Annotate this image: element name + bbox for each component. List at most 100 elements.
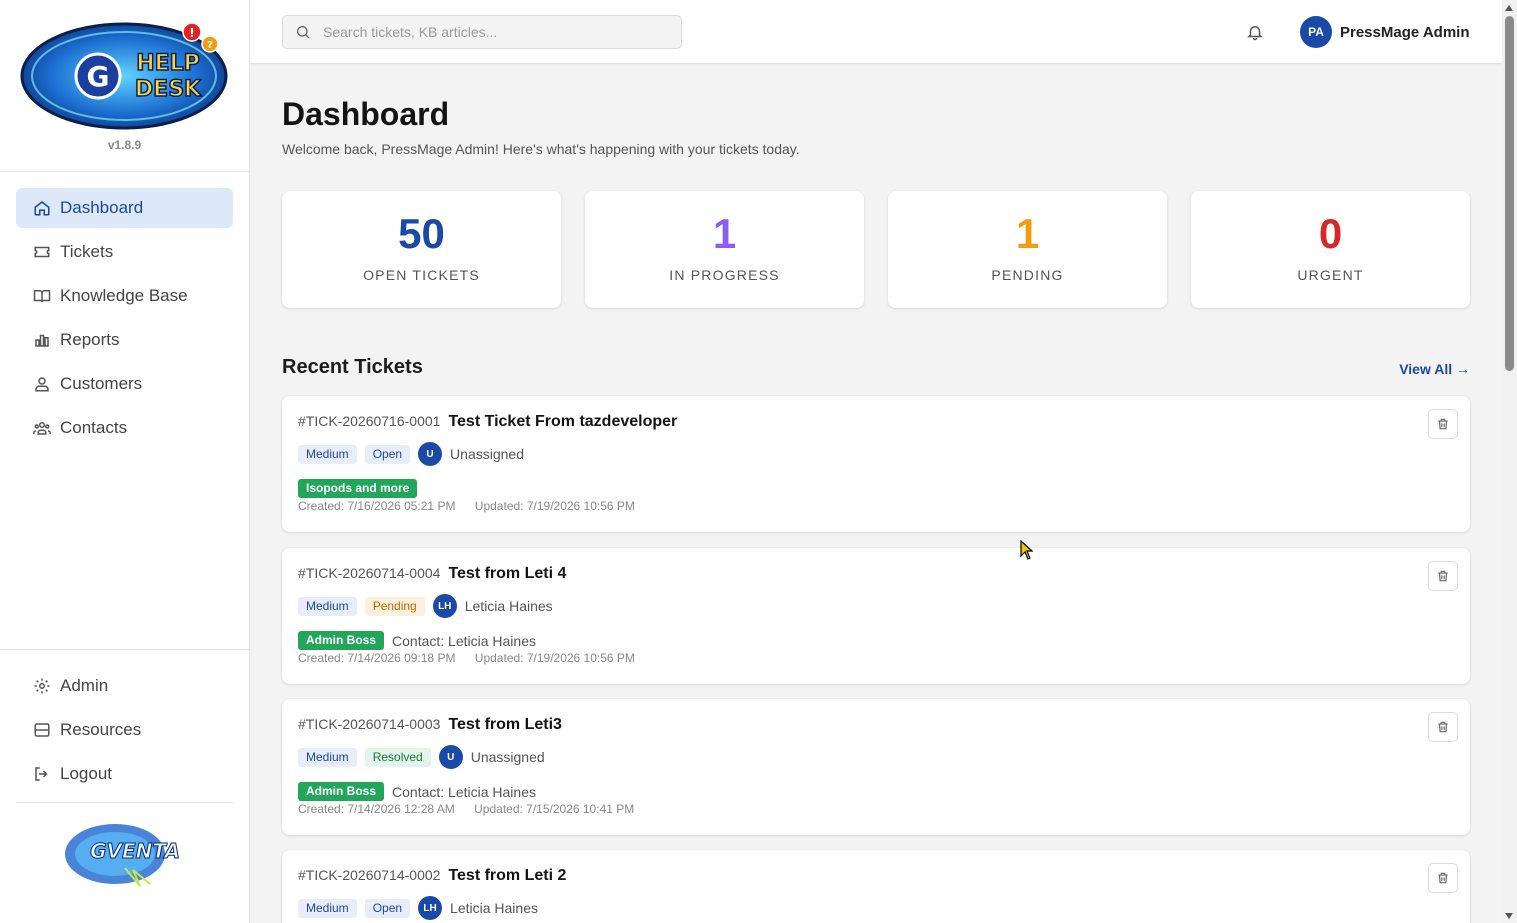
svg-text:G: G — [87, 60, 110, 93]
status-badge: Open — [364, 898, 411, 918]
updated-date: Updated: 7/15/2026 10:41 PM — [474, 802, 635, 816]
ticket-title[interactable]: Test Ticket From tazdeveloper — [448, 413, 677, 431]
delete-button[interactable] — [1428, 712, 1458, 742]
organization-tag: Isopods and more — [298, 479, 418, 498]
sidebar-item-label: Dashboard — [60, 198, 144, 217]
ticket-id: #TICK-20260714-0002 — [298, 867, 441, 883]
ticket-dates: Created: 7/16/2026 05:21 PM Updated: 7/1… — [298, 499, 635, 513]
ticket-card[interactable]: #TICK-20260714-0003 Test from Leti3 Medi… — [282, 699, 1470, 835]
logout-icon — [33, 765, 51, 783]
sidebar-item-logout[interactable]: Logout — [16, 754, 233, 794]
ticket-id: #TICK-20260714-0004 — [298, 565, 441, 581]
ticket-id: #TICK-20260716-0001 — [298, 413, 441, 429]
created-date: Created: 7/16/2026 05:21 PM — [298, 499, 456, 513]
sidebar-item-label: Reports — [60, 330, 120, 349]
help-desk-logo[interactable]: G HELP DESK ! ? — [20, 18, 228, 130]
sidebar-item-label: Contacts — [60, 418, 128, 437]
scroll-up-arrow[interactable] — [1505, 5, 1513, 11]
ticket-icon — [33, 243, 51, 261]
stat-card-pending[interactable]: 1 PENDING — [888, 191, 1167, 308]
ticket-card[interactable]: #TICK-20260716-0001 Test Ticket From taz… — [282, 396, 1470, 532]
organization-tag: Admin Boss — [298, 631, 385, 650]
sidebar-item-customers[interactable]: Customers — [16, 364, 233, 404]
scrollbar-thumb[interactable] — [1505, 16, 1514, 371]
stat-card-open[interactable]: 50 OPEN TICKETS — [282, 191, 561, 308]
delete-button[interactable] — [1428, 409, 1458, 439]
trash-icon — [1436, 569, 1450, 583]
created-date: Created: 7/14/2026 12:28 AM — [298, 802, 455, 816]
divider — [16, 802, 233, 803]
gventa-logo: GVENTA — [65, 824, 180, 887]
page-scrollbar[interactable] — [1502, 0, 1517, 923]
svg-text:DESK: DESK — [135, 77, 202, 102]
sidebar-item-label: Knowledge Base — [60, 286, 188, 305]
gear-icon — [33, 677, 51, 695]
ticket-dates: Created: 7/14/2026 12:28 AM Updated: 7/1… — [298, 802, 634, 816]
stat-label: OPEN TICKETS — [363, 267, 480, 283]
page-title: Dashboard — [282, 96, 450, 132]
status-badge: Open — [364, 444, 411, 464]
priority-badge: Medium — [298, 444, 357, 464]
trash-icon — [1436, 720, 1450, 734]
assignee-name: Unassigned — [450, 446, 524, 462]
sidebar: G HELP DESK ! ? v1.8.9 Dashboard Tickets… — [0, 0, 250, 923]
stat-label: IN PROGRESS — [669, 267, 780, 283]
priority-badge: Medium — [298, 596, 357, 616]
search-box[interactable] — [282, 15, 682, 49]
stat-label: PENDING — [991, 267, 1064, 283]
assignee-name: Leticia Haines — [464, 598, 553, 614]
book-icon — [33, 287, 51, 305]
mouse-cursor-icon — [1020, 540, 1034, 560]
divider — [0, 649, 249, 650]
avatar: PA — [1300, 16, 1332, 48]
svg-text:?: ? — [207, 40, 213, 51]
sidebar-item-resources[interactable]: Resources — [16, 710, 233, 750]
user-menu[interactable]: PA PressMage Admin — [1300, 16, 1470, 48]
sidebar-item-contacts[interactable]: Contacts — [16, 408, 233, 448]
status-badge: Pending — [364, 596, 425, 616]
stat-card-urgent[interactable]: 0 URGENT — [1191, 191, 1470, 308]
search-input[interactable] — [323, 24, 663, 40]
contact-name: Contact: Leticia Haines — [392, 632, 536, 649]
created-date: Created: 7/14/2026 09:18 PM — [298, 651, 456, 665]
search-icon — [295, 24, 311, 40]
home-icon — [33, 199, 51, 217]
priority-badge: Medium — [298, 747, 357, 767]
sidebar-item-label: Tickets — [60, 242, 114, 261]
bell-icon[interactable] — [1246, 23, 1264, 41]
user-name: PressMage Admin — [1340, 23, 1470, 41]
ticket-title[interactable]: Test from Leti 2 — [448, 867, 566, 885]
stat-value: 0 — [1318, 210, 1343, 257]
bar-chart-icon — [33, 331, 51, 349]
contact-name: Contact: Leticia Haines — [392, 783, 536, 800]
page-subtitle: Welcome back, PressMage Admin! Here's wh… — [282, 141, 800, 157]
ticket-title[interactable]: Test from Leti3 — [448, 716, 562, 734]
delete-button[interactable] — [1428, 863, 1458, 893]
ticket-title[interactable]: Test from Leti 4 — [448, 565, 566, 583]
delete-button[interactable] — [1428, 561, 1458, 591]
ticket-card[interactable]: #TICK-20260714-0004 Test from Leti 4 Med… — [282, 548, 1470, 684]
assignee-avatar: U — [438, 745, 463, 769]
svg-text:GVENTA: GVENTA — [90, 839, 180, 863]
sidebar-item-admin[interactable]: Admin — [16, 666, 233, 706]
svg-text:HELP: HELP — [136, 51, 200, 76]
ticket-card[interactable]: #TICK-20260714-0002 Test from Leti 2 Med… — [282, 850, 1470, 923]
scroll-down-arrow[interactable] — [1505, 913, 1513, 919]
ticket-id: #TICK-20260714-0003 — [298, 716, 441, 732]
ticket-dates: Created: 7/14/2026 09:18 PM Updated: 7/1… — [298, 651, 635, 665]
sidebar-item-tickets[interactable]: Tickets — [16, 232, 233, 272]
assignee-avatar: U — [418, 442, 443, 466]
updated-date: Updated: 7/19/2026 10:56 PM — [474, 651, 635, 665]
trash-icon — [1436, 871, 1450, 885]
stat-card-in-progress[interactable]: 1 IN PROGRESS — [585, 191, 864, 308]
sidebar-item-label: Customers — [60, 374, 143, 393]
sidebar-item-dashboard[interactable]: Dashboard — [16, 188, 233, 228]
organization-tag: Admin Boss — [298, 782, 385, 801]
view-all-link[interactable]: View All → — [1399, 361, 1470, 377]
sidebar-item-reports[interactable]: Reports — [16, 320, 233, 360]
sidebar-item-label: Logout — [60, 764, 112, 783]
sidebar-item-knowledge-base[interactable]: Knowledge Base — [16, 276, 233, 316]
svg-text:!: ! — [189, 26, 194, 40]
app-version: v1.8.9 — [107, 138, 142, 152]
main-nav: Dashboard Tickets Knowledge Base Reports… — [16, 188, 233, 452]
